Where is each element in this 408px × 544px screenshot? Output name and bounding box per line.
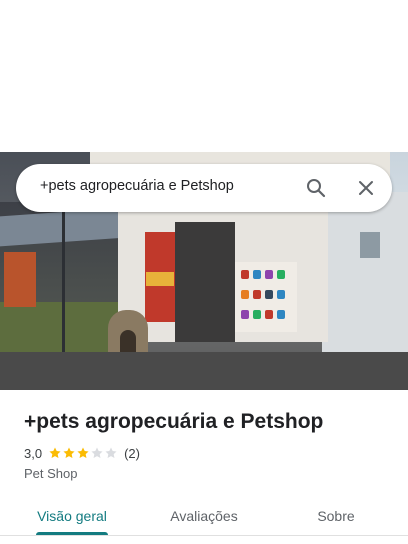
rating-value: 3,0 xyxy=(24,445,43,461)
star-filled-icon xyxy=(63,447,75,458)
search-bar[interactable]: +pets agropecuária e Petshop xyxy=(16,164,392,212)
star-filled-icon xyxy=(49,447,61,458)
close-icon[interactable] xyxy=(354,176,378,200)
tabs-divider xyxy=(0,535,408,536)
star-filled-icon xyxy=(77,447,89,458)
tab-about[interactable]: Sobre xyxy=(300,494,372,538)
photo-wall xyxy=(322,192,408,352)
search-icon[interactable] xyxy=(304,176,328,200)
place-category[interactable]: Pet Shop xyxy=(24,466,78,481)
photo-ground xyxy=(0,352,408,390)
tab-about-label: Sobre xyxy=(317,508,355,524)
rating-row[interactable]: 3,0 (2) xyxy=(24,445,140,461)
rating-stars xyxy=(48,446,118,460)
photo-orange-panel xyxy=(4,252,36,307)
photo-door xyxy=(175,222,235,342)
photo-banner-label xyxy=(146,272,174,286)
search-input[interactable]: +pets agropecuária e Petshop xyxy=(40,178,234,194)
review-count[interactable]: (2) xyxy=(124,446,140,461)
tab-reviews[interactable]: Avaliações xyxy=(156,494,252,538)
photo-grass xyxy=(0,302,120,352)
star-empty-icon xyxy=(105,447,117,458)
star-empty-icon xyxy=(91,447,103,458)
tab-overview-label: Visão geral xyxy=(37,508,107,524)
photo-shelf xyxy=(235,262,297,332)
map-area-blank xyxy=(0,0,408,152)
tab-reviews-label: Avaliações xyxy=(170,508,238,524)
place-title: +pets agropecuária e Petshop xyxy=(24,410,324,433)
